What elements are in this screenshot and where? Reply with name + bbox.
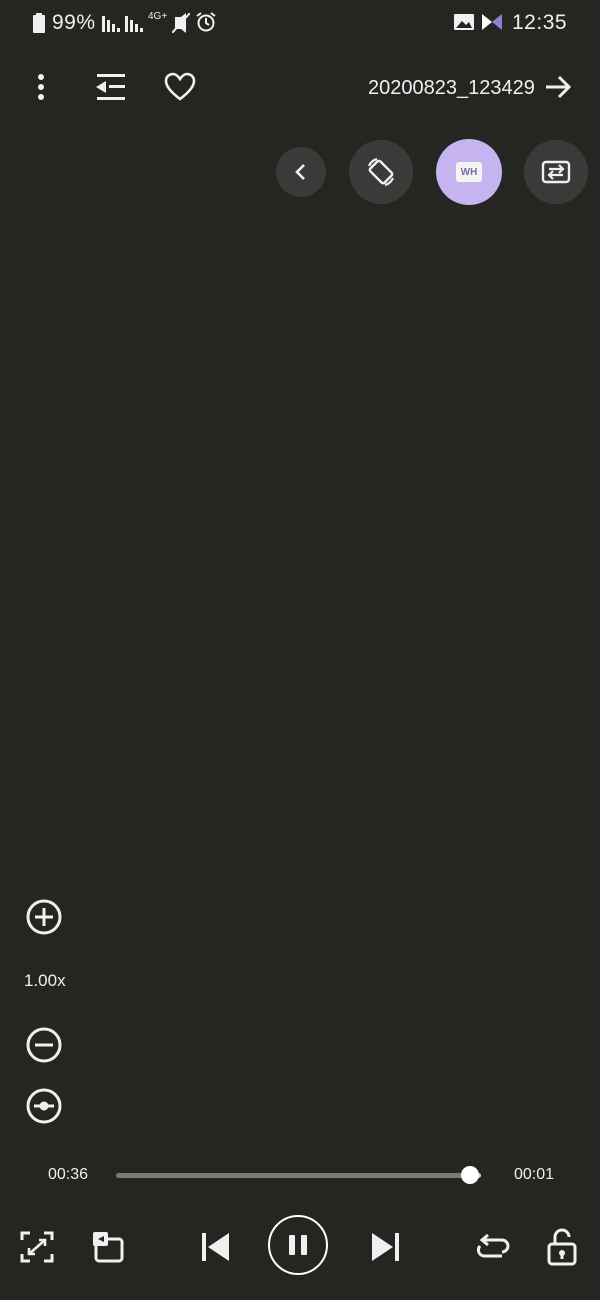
previous-button[interactable] [200, 1230, 232, 1264]
repeat-icon [476, 1233, 510, 1258]
zoom-in-button[interactable] [25, 898, 63, 936]
chevron-left-icon [295, 164, 305, 180]
rotate-button[interactable] [349, 140, 413, 204]
gallery-icon [454, 14, 474, 30]
lock-icon [547, 1228, 577, 1266]
zoom-reset-button[interactable] [25, 1087, 63, 1125]
pause-button[interactable] [268, 1215, 328, 1275]
wh-button[interactable]: WH [436, 139, 502, 205]
playlist-button[interactable] [93, 72, 127, 102]
seek-track [116, 1173, 481, 1178]
pause-icon [289, 1235, 307, 1255]
repeat-button[interactable] [474, 1232, 510, 1264]
status-bar: 99% 4G+ 12:35 [0, 0, 600, 46]
heart-icon [164, 72, 196, 101]
network-type: 4G+ [148, 11, 168, 22]
reset-circle-icon [26, 1088, 62, 1124]
next-button[interactable] [369, 1230, 401, 1264]
battery-percent: 99% [52, 11, 96, 34]
wh-icon: WH [456, 162, 482, 182]
back-button[interactable] [543, 72, 573, 102]
lock-button[interactable] [545, 1228, 579, 1266]
current-time: 00:01 [514, 1166, 555, 1183]
screen-fit-button[interactable] [19, 1230, 55, 1264]
total-time: 00:36 [48, 1166, 89, 1183]
signal-icon-2 [125, 14, 145, 32]
zoom-out-button[interactable] [25, 1026, 63, 1064]
mute-icon [172, 13, 190, 33]
playlist-icon [96, 74, 125, 100]
alarm-icon [196, 12, 216, 32]
battery-icon [33, 13, 45, 33]
plus-circle-icon [26, 899, 62, 935]
favorite-button[interactable] [164, 72, 196, 102]
rotate-icon [367, 157, 395, 187]
skip-previous-icon [202, 1233, 229, 1261]
pip-icon [93, 1232, 124, 1263]
video-title: 20200823_123429 [368, 77, 535, 99]
swap-button[interactable] [524, 140, 588, 204]
screen-fit-icon [20, 1231, 54, 1263]
clock: 12:35 [512, 11, 568, 34]
more-vertical-icon [38, 74, 44, 100]
minus-circle-icon [26, 1027, 62, 1063]
more-button[interactable] [26, 70, 56, 104]
skip-next-icon [372, 1233, 399, 1261]
pip-button[interactable] [91, 1230, 125, 1264]
collapse-button[interactable] [276, 147, 326, 197]
arrow-right-icon [546, 75, 572, 99]
speed-label: 1.00x [24, 971, 66, 990]
seek-thumb[interactable] [461, 1166, 479, 1184]
seek-bar[interactable] [116, 1165, 481, 1185]
signal-icon [102, 14, 122, 32]
swap-icon [541, 160, 571, 184]
media-icon [482, 14, 502, 30]
